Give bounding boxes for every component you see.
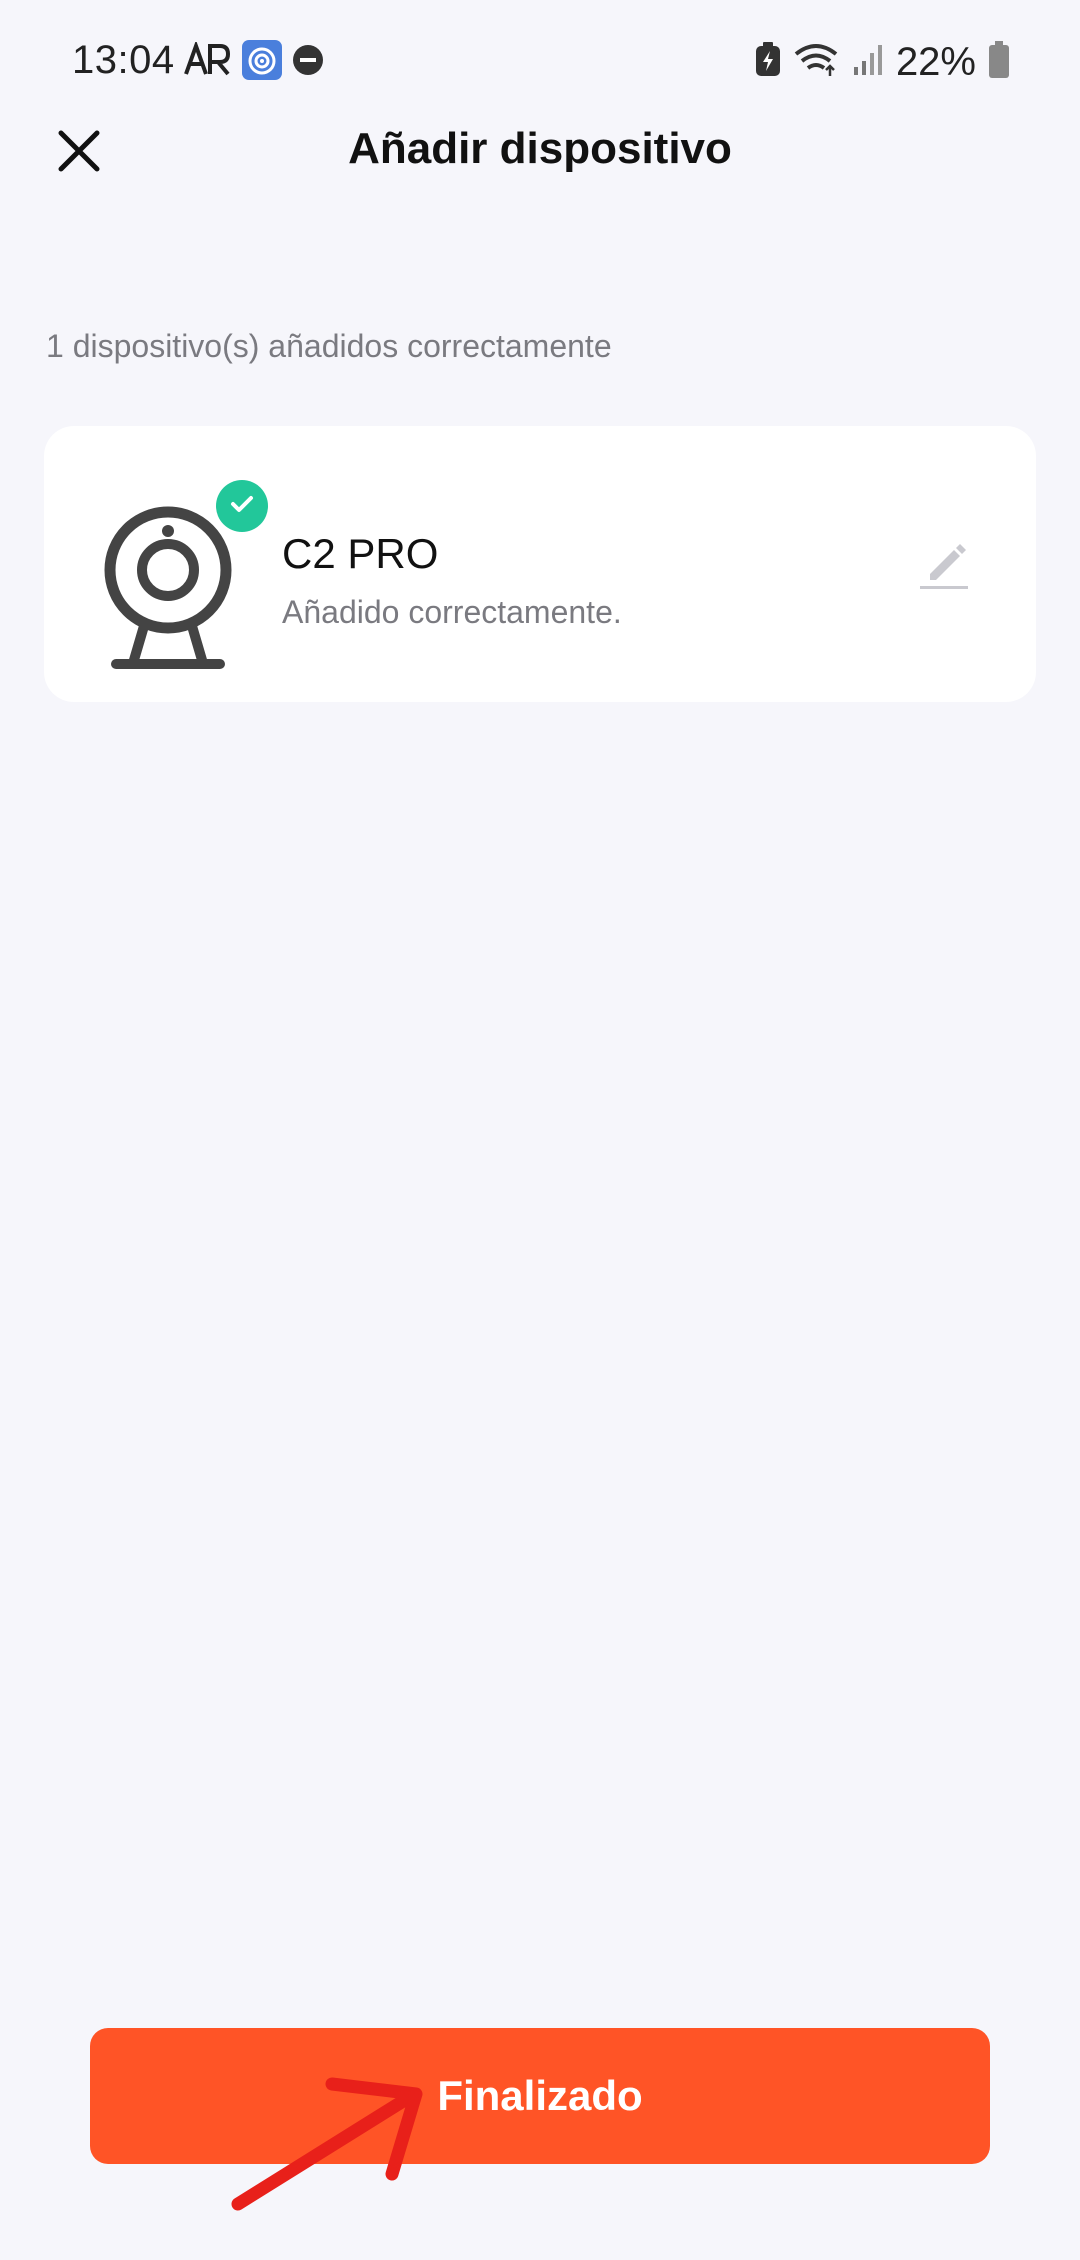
device-card[interactable]: C2 PRO Añadido correctamente. xyxy=(44,426,1036,702)
ar-icon xyxy=(182,39,232,83)
check-icon xyxy=(228,490,256,523)
header: Añadir dispositivo xyxy=(0,110,1080,200)
done-button[interactable]: Finalizado xyxy=(90,2028,990,2164)
screen: 13:04 22% Añadir dispositivo 1 dispositi… xyxy=(0,0,1080,2260)
edit-device-name-button[interactable] xyxy=(904,526,984,606)
added-summary: 1 dispositivo(s) añadidos correctamente xyxy=(46,328,612,364)
success-check-badge xyxy=(216,480,268,532)
wifi-icon xyxy=(794,42,840,83)
app-target-icon xyxy=(242,39,282,85)
do-not-disturb-icon xyxy=(292,44,324,81)
pencil-icon xyxy=(916,536,972,597)
signal-icon xyxy=(852,43,884,82)
page-title: Añadir dispositivo xyxy=(348,124,732,173)
battery-percentage: 22% xyxy=(895,39,976,84)
device-name: C2 PRO xyxy=(282,530,439,577)
status-bar: 13:04 22% xyxy=(0,0,1080,120)
status-icons-right: 22% xyxy=(754,38,1010,86)
device-status: Añadido correctamente. xyxy=(282,594,622,630)
status-time: 13:04 xyxy=(72,38,175,82)
battery-saver-icon xyxy=(754,41,782,83)
battery-icon xyxy=(988,40,1010,84)
status-icons-left xyxy=(182,38,324,86)
